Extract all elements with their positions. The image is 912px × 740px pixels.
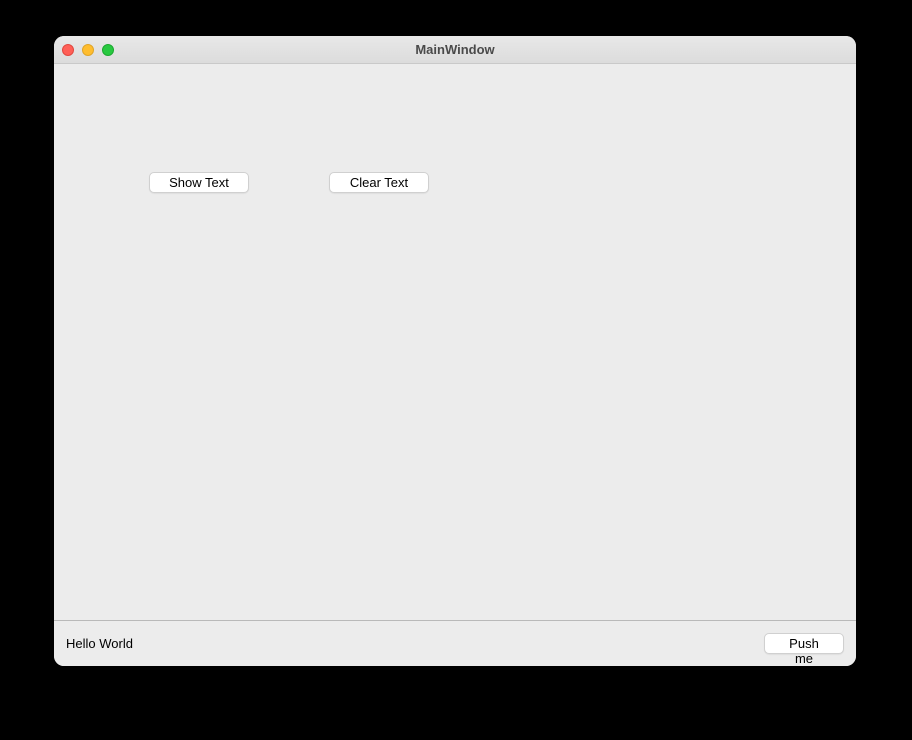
close-icon[interactable] — [62, 44, 74, 56]
minimize-icon[interactable] — [82, 44, 94, 56]
clear-text-button[interactable]: Clear Text — [329, 172, 429, 193]
content-area: Show Text Clear Text — [54, 64, 856, 620]
statusbar-message: Hello World — [66, 636, 133, 651]
push-me-button[interactable]: Push me — [764, 633, 844, 654]
show-text-button[interactable]: Show Text — [149, 172, 249, 193]
statusbar: Hello World Push me — [54, 620, 856, 666]
titlebar: MainWindow — [54, 36, 856, 64]
maximize-icon[interactable] — [102, 44, 114, 56]
traffic-lights — [62, 44, 114, 56]
window-title: MainWindow — [54, 42, 856, 57]
main-window: MainWindow Show Text Clear Text Hello Wo… — [54, 36, 856, 666]
